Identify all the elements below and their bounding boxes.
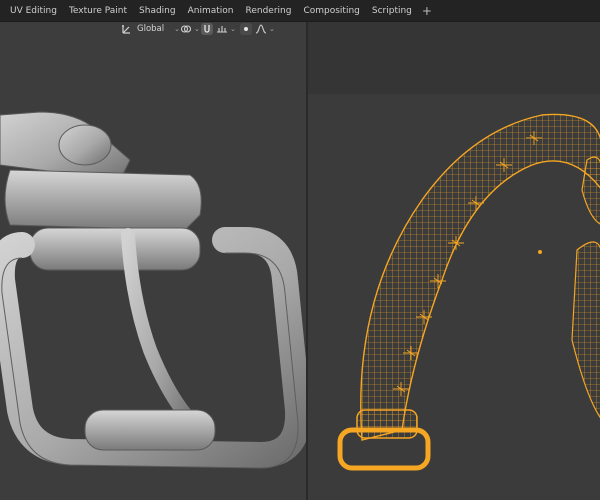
tab-shading[interactable]: Shading (133, 0, 182, 22)
snap-increment-icon (216, 23, 228, 35)
orientation-icon (121, 23, 133, 35)
workspace-tab-bar: UV Editing Texture Paint Shading Animati… (0, 0, 600, 22)
snap-target-dropdown[interactable]: ⌄ (216, 22, 236, 36)
pivot-point-dropdown[interactable]: ⌄ (180, 22, 200, 36)
viewport-left[interactable] (0, 36, 306, 500)
snap-icon (201, 23, 213, 35)
proportional-edit-icon (240, 23, 252, 35)
belt-wireframe-model (337, 113, 600, 471)
chevron-down-icon: ⌄ (269, 25, 275, 33)
tab-rendering[interactable]: Rendering (239, 0, 297, 22)
proportional-edit-toggle[interactable] (240, 22, 252, 36)
tab-compositing[interactable]: Compositing (297, 0, 365, 22)
snap-toggle[interactable] (201, 22, 213, 36)
falloff-dropdown[interactable]: ⌄ (255, 22, 275, 36)
tab-animation[interactable]: Animation (182, 0, 240, 22)
add-workspace-button[interactable]: + (418, 0, 436, 22)
link-icon (180, 23, 192, 35)
chevron-down-icon: ⌄ (194, 25, 200, 33)
falloff-icon (255, 23, 267, 35)
tab-texture-paint[interactable]: Texture Paint (63, 0, 133, 22)
chevron-down-icon: ⌄ (230, 25, 236, 33)
viewport-right[interactable] (306, 22, 600, 500)
transform-orientation-value: Global (137, 24, 165, 34)
transform-orientation-dropdown[interactable]: Global ⌄ (121, 22, 180, 36)
tab-scripting[interactable]: Scripting (366, 0, 418, 22)
belt-buckle-clay-model (0, 111, 306, 469)
tab-uv-editing[interactable]: UV Editing (0, 0, 63, 22)
